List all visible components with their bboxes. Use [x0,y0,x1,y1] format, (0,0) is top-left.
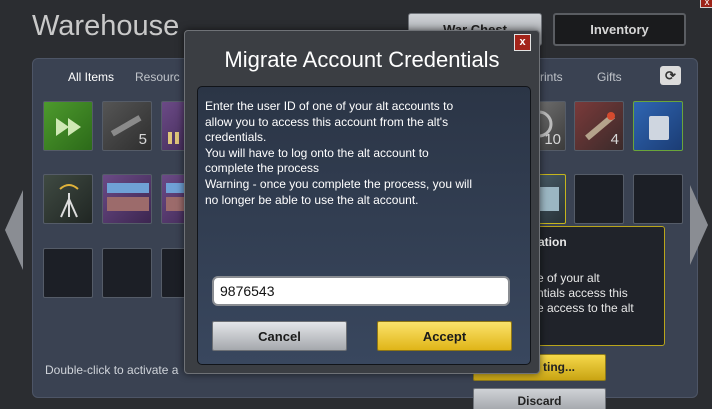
item-slot[interactable] [43,101,93,151]
empty-slot[interactable] [43,248,93,298]
info-line: ntials access this [537,286,628,300]
item-info-description: e of your alt ntials access this e acces… [537,271,657,316]
page-title: Warehouse [32,10,180,42]
message-line: allow you to access this account from th… [205,114,449,129]
barrier-icon [107,183,149,211]
message-line: Enter the user ID of one of your alt acc… [205,99,454,113]
dialog-close-icon[interactable]: x [514,34,531,51]
dialog-title: Migrate Account Credentials [224,47,500,72]
message-line: no longer be able to use the alt account… [205,192,419,207]
tab-blueprints[interactable]: rints [540,70,563,84]
empty-slot[interactable] [633,174,683,224]
message-line: Warning - once you complete the process,… [205,176,473,191]
discard-button[interactable]: Discard [473,388,606,409]
window-close-icon[interactable]: x [700,0,712,8]
item-slot[interactable]: 4 [574,101,624,151]
item-count: 10 [544,131,561,148]
item-slot[interactable] [102,174,152,224]
item-slot[interactable] [633,101,683,151]
user-id-input[interactable] [212,276,510,306]
inventory-button[interactable]: Inventory [553,13,686,46]
cancel-button[interactable]: Cancel [212,321,347,351]
empty-slot[interactable] [574,174,624,224]
fast-forward-icon [56,118,81,136]
info-line: e access to the alt [537,301,634,315]
usage-hint: Double-click to activate a [45,363,179,377]
dialog-message: Enter the user ID of one of your alt acc… [205,99,505,208]
message-line: complete the process [205,161,320,176]
item-count: 5 [138,131,147,148]
message-line: You will have to log onto the alt accoun… [205,145,429,160]
item-slot[interactable]: 5 [102,101,152,151]
scroll-left-arrow-icon[interactable] [5,190,23,270]
tab-all-items[interactable]: All Items [68,70,114,84]
tab-gifts[interactable]: Gifts [597,70,622,84]
ammo-icon [168,132,179,144]
accept-button[interactable]: Accept [377,321,512,351]
refresh-icon[interactable]: ⟳ [660,66,681,85]
barrier-icon [166,183,186,211]
tab-resources[interactable]: Resourc [135,70,180,84]
item-info-title: ation [538,235,567,249]
radio-tower-icon [59,184,79,218]
item-count: 4 [610,131,619,148]
empty-slot[interactable] [102,248,152,298]
scroll-right-arrow-icon[interactable] [690,185,708,265]
item-slot[interactable] [43,174,93,224]
message-line: credentials. [205,130,267,145]
fuel-can-icon [649,116,669,140]
info-line: e of your alt [537,271,600,285]
